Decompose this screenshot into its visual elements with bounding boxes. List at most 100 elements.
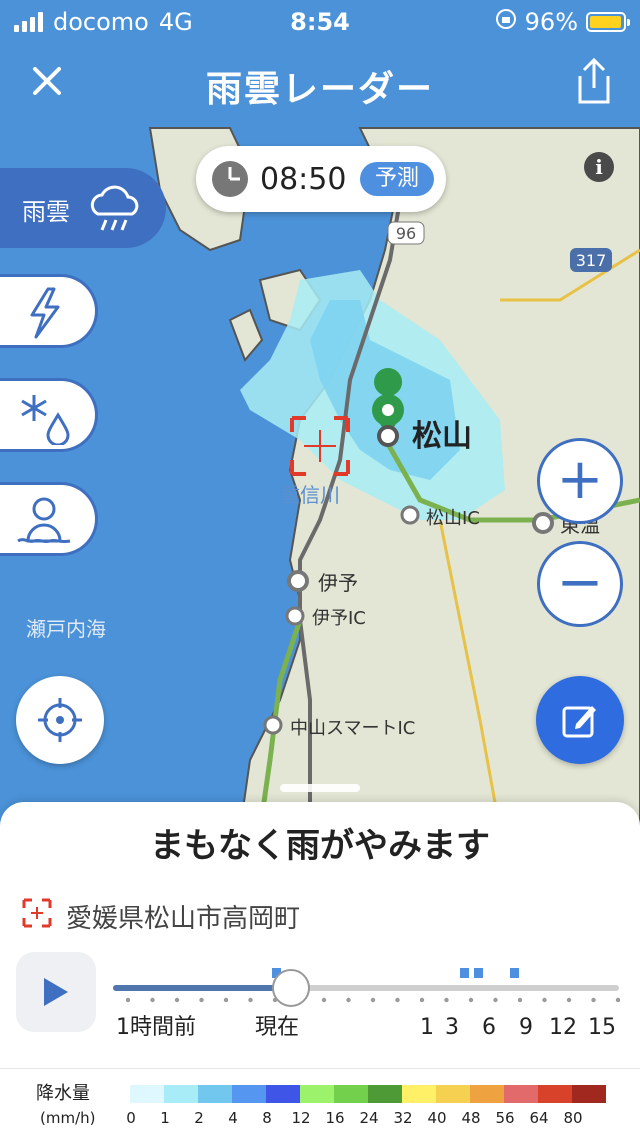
legend-swatch <box>572 1085 606 1103</box>
station-marker <box>287 570 309 592</box>
rain-indicator-bar <box>510 968 519 978</box>
legend-tick-label: 16 <box>325 1109 345 1127</box>
legend-swatch <box>334 1085 368 1103</box>
layer-snow-button[interactable] <box>0 378 98 452</box>
legend-swatch <box>232 1085 266 1103</box>
timeline-thumb[interactable] <box>272 969 310 1007</box>
lightning-icon <box>30 287 60 339</box>
rotation-lock-icon <box>495 8 517 36</box>
current-location-button[interactable] <box>16 676 104 764</box>
legend-tick-label: 40 <box>427 1109 447 1127</box>
station-marker <box>400 505 420 525</box>
battery-percent: 96% <box>524 8 578 36</box>
legend-tick-label: 4 <box>228 1109 238 1127</box>
timeline-dot <box>419 997 425 1003</box>
timeline-dot <box>297 997 302 1003</box>
legend-swatch <box>164 1085 198 1103</box>
target-icon <box>22 898 52 928</box>
zoom-out-button[interactable]: − <box>537 541 623 627</box>
timeline-dot <box>370 997 376 1003</box>
rain-indicator-bar <box>460 968 469 978</box>
location-address: 愛媛県松山市高岡町 <box>66 904 301 934</box>
timeline-dot <box>566 997 572 1003</box>
layer-rain-button[interactable]: 雨雲 <box>0 168 166 248</box>
zoom-in-button[interactable]: + <box>537 438 623 524</box>
iyo-label: 伊予 <box>318 571 358 595</box>
share-icon <box>578 57 610 104</box>
page-title: 雨雲レーダー <box>205 69 434 110</box>
legend-swatch <box>300 1085 334 1103</box>
legend-tick-label: 24 <box>359 1109 379 1127</box>
city-label: 松山 <box>412 419 472 454</box>
rain-indicator-bar <box>272 968 281 978</box>
legend-title: 降水量 <box>36 1083 90 1104</box>
legend-swatch <box>504 1085 538 1103</box>
legend-tick-label: 8 <box>262 1109 272 1127</box>
zoom-out-icon: − <box>556 550 604 615</box>
timeline-dot <box>542 997 547 1003</box>
station-marker <box>263 715 283 735</box>
legend-ticks: 0 1 2 4 8 12 16 24 32 40 48 56 64 80 <box>0 1109 640 1129</box>
timeline-dot <box>346 997 351 1003</box>
timeline-dot <box>272 997 278 1003</box>
status-bar: docomo 4G 8:54 96% <box>0 0 640 40</box>
timeline-dot <box>248 997 253 1003</box>
radar-time: 08:50 <box>260 162 347 197</box>
legend-tick-label: 0 <box>126 1109 136 1127</box>
legend-swatch <box>368 1085 402 1103</box>
legend-tick-label: 48 <box>461 1109 481 1127</box>
timeline-dot <box>591 997 596 1003</box>
timeline-dot <box>150 997 155 1003</box>
info-icon[interactable]: i <box>584 152 614 182</box>
legend-tick-label: 12 <box>291 1109 311 1127</box>
timeline-dot <box>517 997 523 1003</box>
edit-report-button[interactable] <box>536 676 624 764</box>
layer-snowfall-button[interactable] <box>0 482 98 556</box>
timeline-dot <box>395 997 400 1003</box>
zoom-in-icon: + <box>556 447 604 512</box>
legend-tick-label: 32 <box>393 1109 413 1127</box>
timeline-dot <box>174 997 180 1003</box>
timeline-dot <box>468 997 474 1003</box>
time-indicator: 08:50 予測 <box>196 146 446 212</box>
layer-rain-label: 雨雲 <box>22 198 70 226</box>
snow-icon <box>21 395 70 445</box>
timeline-label: 6 <box>482 1015 496 1040</box>
play-button[interactable] <box>16 952 96 1032</box>
station-marker <box>532 512 554 534</box>
route-317-label: 317 <box>576 251 607 270</box>
crosshair-icon <box>38 698 82 742</box>
timeline-label: 現在 <box>255 1015 299 1040</box>
rain-cloud-icon <box>90 185 139 231</box>
timeline-dot <box>223 997 229 1003</box>
matsuyama-ic-label: 松山IC <box>426 508 480 529</box>
forecast-headline: まもなく雨がやみます <box>150 826 490 866</box>
share-button[interactable] <box>572 56 616 108</box>
timeline-dot <box>321 997 327 1003</box>
legend-swatches <box>130 1085 606 1103</box>
timeline-label: 3 <box>445 1015 459 1040</box>
sea-label: 瀬戸内海 <box>26 617 106 641</box>
forecast-badge: 予測 <box>360 162 434 196</box>
edit-icon <box>562 706 596 738</box>
nakayama-ic-label: 中山スマートIC <box>290 718 415 739</box>
timeline-label: 15 <box>588 1015 616 1040</box>
snowman-icon <box>17 497 71 544</box>
timeline-dot <box>493 997 498 1003</box>
forecast-sheet: まもなく雨がやみます 愛媛県松山市高岡町 1時間前 現在 1 3 6 9 12 15 <box>0 802 640 1068</box>
route-96-label: 96 <box>396 224 416 243</box>
sheet-handle[interactable] <box>280 784 360 792</box>
precip-legend: 降水量 (mm/h) 0 1 2 4 8 12 16 24 32 40 48 56 64 80 <box>0 1068 640 1137</box>
app-header: 雨雲レーダー <box>0 40 640 128</box>
rain-indicator-bar <box>474 968 483 978</box>
timeline-label: 9 <box>519 1015 533 1040</box>
legend-tick-label: 1 <box>160 1109 170 1127</box>
iyo-ic-label: 伊予IC <box>312 608 366 629</box>
timeline-dot <box>615 997 621 1003</box>
legend-tick-label: 64 <box>529 1109 549 1127</box>
battery-info: 96% <box>495 8 630 36</box>
layer-lightning-button[interactable] <box>0 274 98 348</box>
legend-swatch <box>402 1085 436 1103</box>
timeline-dot <box>199 997 204 1003</box>
legend-swatch <box>470 1085 504 1103</box>
